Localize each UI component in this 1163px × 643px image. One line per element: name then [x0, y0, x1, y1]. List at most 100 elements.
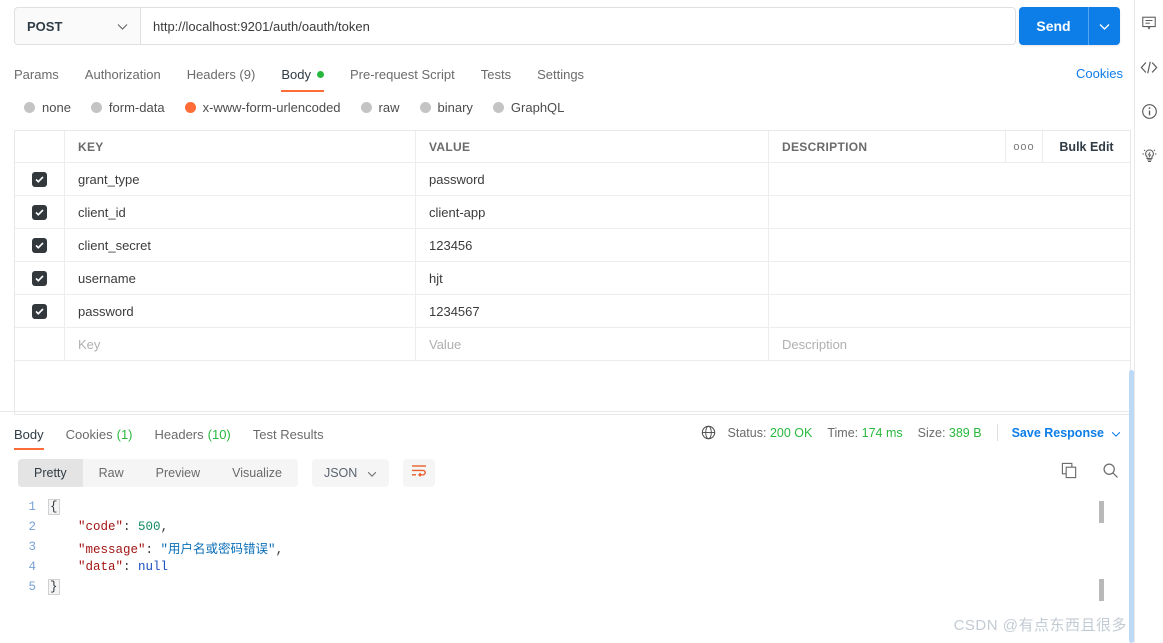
- wrap-text-icon: [411, 464, 427, 482]
- http-method-label: POST: [27, 18, 63, 34]
- cell-key[interactable]: client_id: [78, 205, 126, 220]
- body-type-label: GraphQL: [510, 100, 565, 115]
- table-row: client_secret 123456: [15, 228, 1130, 261]
- response-meta: Status: 200 OK Time: 174 ms Size: 389 B …: [701, 424, 1121, 441]
- body-type-x-www-form-urlencoded[interactable]: x-www-form-urlencoded: [184, 100, 341, 115]
- header-cell-checkbox: [15, 131, 65, 162]
- send-button-group: Send: [1019, 7, 1120, 45]
- response-tab-label: Headers: [154, 426, 204, 442]
- response-tab-test-results[interactable]: Test Results: [253, 421, 324, 447]
- search-icon[interactable]: [1102, 462, 1119, 484]
- response-view-toolbar: Pretty Raw Preview Visualize JSON: [18, 459, 436, 487]
- table-row: client_id client-app: [15, 195, 1130, 228]
- new-row-checkbox-placeholder: [15, 328, 65, 360]
- response-tab-count: (1): [116, 426, 133, 442]
- params-table: KEY VALUE DESCRIPTION ooo Bulk Edit gran…: [14, 130, 1131, 415]
- fold-brace[interactable]: }: [48, 579, 60, 595]
- cell-key[interactable]: grant_type: [78, 172, 139, 187]
- view-mode-raw[interactable]: Raw: [83, 459, 140, 487]
- cell-value[interactable]: client-app: [429, 205, 485, 220]
- tab-tests[interactable]: Tests: [481, 60, 511, 88]
- radio-icon: [24, 102, 35, 113]
- response-body-code[interactable]: 1{ 2 "code": 500, 3 "message": "用户名或密码错误…: [14, 497, 1104, 607]
- postman-window: POST Send Params Authorization Headers (…: [0, 0, 1163, 643]
- json-number: 500: [138, 520, 161, 534]
- response-divider: [0, 411, 1134, 412]
- wrap-lines-button[interactable]: [403, 459, 436, 487]
- tab-headers[interactable]: Headers (9): [187, 60, 256, 88]
- row-checkbox[interactable]: [32, 303, 47, 319]
- cell-value[interactable]: 123456: [429, 238, 472, 253]
- tab-pre-request-script[interactable]: Pre-request Script: [350, 60, 455, 88]
- new-row-value-input[interactable]: Value: [429, 337, 461, 352]
- body-type-graphql[interactable]: GraphQL: [492, 100, 565, 115]
- code-scrollbar[interactable]: [1099, 501, 1104, 601]
- line-content: "data": null: [48, 560, 168, 574]
- view-mode-preview[interactable]: Preview: [140, 459, 216, 487]
- code-punct: :: [123, 520, 139, 534]
- table-row: password 1234567: [15, 294, 1130, 327]
- bulk-edit-button[interactable]: Bulk Edit: [1042, 131, 1130, 162]
- lightbulb-icon[interactable]: [1136, 142, 1162, 168]
- tab-authorization[interactable]: Authorization: [85, 60, 161, 88]
- code-line: 5}: [14, 577, 1104, 597]
- view-mode-segmented: Pretty Raw Preview Visualize: [18, 459, 298, 487]
- cell-value[interactable]: hjt: [429, 271, 443, 286]
- cell-key[interactable]: client_secret: [78, 238, 151, 253]
- send-button[interactable]: Send: [1019, 7, 1088, 45]
- comment-icon[interactable]: [1136, 10, 1162, 36]
- new-row-key-input[interactable]: Key: [78, 337, 100, 352]
- body-type-label: raw: [378, 100, 400, 115]
- cell-key[interactable]: username: [78, 271, 136, 286]
- row-checkbox[interactable]: [32, 171, 47, 187]
- response-tab-cookies[interactable]: Cookies (1): [66, 421, 133, 447]
- tab-label: Body: [281, 66, 311, 82]
- response-tab-body[interactable]: Body: [14, 421, 44, 450]
- row-checkbox[interactable]: [32, 270, 47, 286]
- http-method-dropdown[interactable]: POST: [14, 7, 140, 45]
- save-response-button[interactable]: Save Response: [1012, 426, 1121, 440]
- cell-key[interactable]: password: [78, 304, 134, 319]
- body-type-label: binary: [437, 100, 473, 115]
- body-type-raw[interactable]: raw: [360, 100, 400, 115]
- response-tab-headers[interactable]: Headers (10): [155, 421, 231, 447]
- cell-value[interactable]: 1234567: [429, 304, 480, 319]
- tab-label: Tests: [480, 66, 512, 82]
- body-type-label: none: [42, 100, 71, 115]
- row-checkbox[interactable]: [32, 204, 47, 220]
- send-options-caret[interactable]: [1088, 7, 1120, 45]
- fold-brace[interactable]: {: [48, 499, 60, 515]
- table-row: grant_type password: [15, 162, 1130, 195]
- cell-value[interactable]: password: [429, 172, 485, 187]
- body-type-none[interactable]: none: [24, 100, 71, 115]
- tab-settings[interactable]: Settings: [537, 60, 584, 88]
- response-format-dropdown[interactable]: JSON: [311, 459, 390, 487]
- code-punct: ,: [160, 520, 169, 534]
- view-mode-pretty[interactable]: Pretty: [18, 459, 83, 487]
- code-icon[interactable]: [1136, 54, 1162, 80]
- new-row-description-input[interactable]: Description: [782, 337, 847, 352]
- body-type-label: form-data: [108, 100, 165, 115]
- right-sidebar: [1134, 0, 1163, 643]
- cookies-link[interactable]: Cookies: [1076, 66, 1123, 81]
- tab-body[interactable]: Body: [281, 60, 324, 92]
- tab-params[interactable]: Params: [14, 60, 59, 88]
- row-checkbox[interactable]: [32, 237, 47, 253]
- radio-icon: [184, 102, 196, 113]
- url-bar: POST: [14, 7, 1016, 45]
- table-options-icon[interactable]: ooo: [1005, 131, 1042, 162]
- response-format-label: JSON: [323, 466, 358, 480]
- json-key: "data": [78, 560, 124, 574]
- copy-icon[interactable]: [1061, 462, 1078, 484]
- response-tab-label: Cookies: [65, 426, 113, 442]
- body-type-label: x-www-form-urlencoded: [202, 100, 341, 115]
- info-icon[interactable]: [1136, 98, 1162, 124]
- view-mode-visualize[interactable]: Visualize: [216, 459, 298, 487]
- line-content: "code": 500,: [48, 520, 168, 534]
- divider: [996, 424, 998, 441]
- body-type-form-data[interactable]: form-data: [90, 100, 165, 115]
- url-input[interactable]: [140, 7, 1016, 45]
- tab-label: Authorization: [84, 66, 161, 82]
- body-type-binary[interactable]: binary: [419, 100, 473, 115]
